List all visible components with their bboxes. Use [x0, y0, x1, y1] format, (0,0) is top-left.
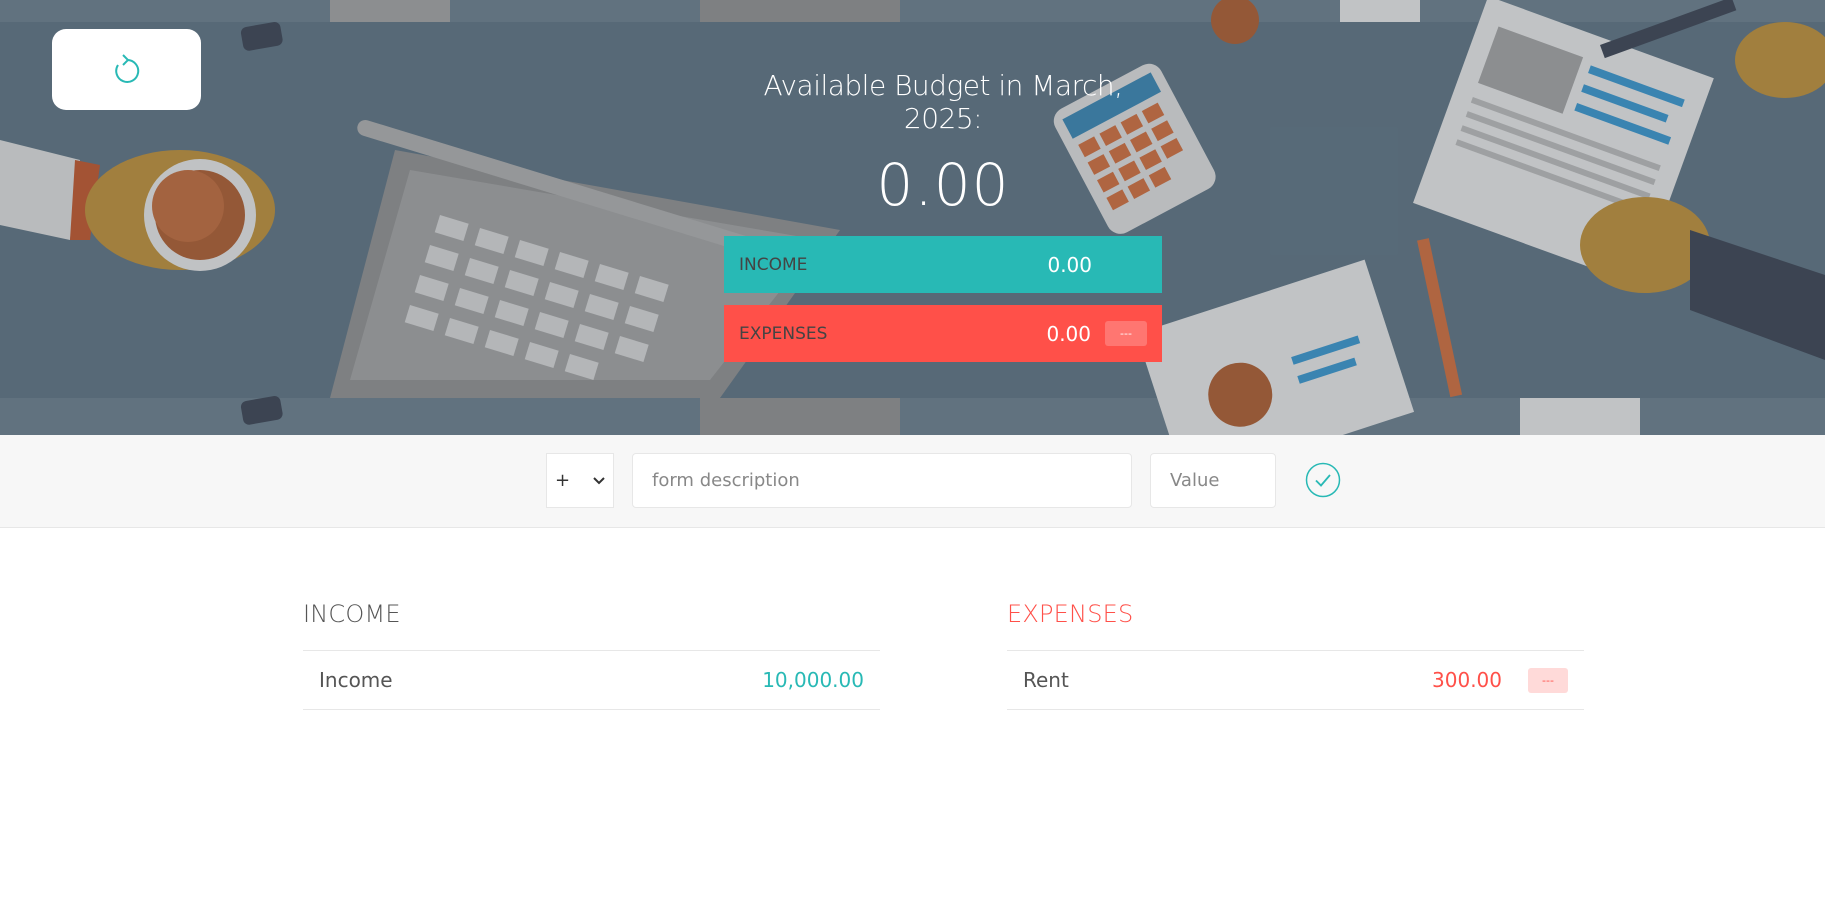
- expenses-summary-value: 0.00: [1046, 321, 1091, 346]
- income-list: INCOME Income 10,000.00: [303, 600, 880, 710]
- budget-summary: Available Budget in March, 2025: 0.00 IN…: [724, 0, 1162, 362]
- reload-icon: [114, 53, 139, 83]
- budget-header: Available Budget in March, 2025: 0.00 IN…: [0, 0, 1825, 435]
- income-summary-value: 0.00: [1047, 252, 1092, 277]
- check-circle-icon: [1305, 462, 1341, 498]
- income-summary-bar: INCOME 0.00: [724, 236, 1162, 293]
- income-summary-label: INCOME: [739, 254, 808, 275]
- type-select[interactable]: +: [546, 453, 614, 508]
- expense-item-percentage: ---: [1528, 667, 1568, 693]
- value-input[interactable]: [1150, 453, 1276, 508]
- expense-item-value: 300.00: [1432, 668, 1502, 692]
- chevron-down-icon: [593, 476, 605, 484]
- expenses-list-title: EXPENSES: [1007, 600, 1134, 628]
- income-item: Income 10,000.00: [303, 650, 880, 710]
- income-list-title: INCOME: [303, 600, 401, 628]
- expenses-summary-label: EXPENSES: [739, 323, 828, 344]
- expenses-percentage-badge: ---: [1105, 321, 1147, 346]
- description-input[interactable]: [632, 453, 1132, 508]
- expense-item: Rent 300.00 ---: [1007, 650, 1584, 710]
- expenses-list: EXPENSES Rent 300.00 ---: [1007, 600, 1584, 710]
- reload-button[interactable]: [52, 29, 201, 110]
- expense-item-description: Rent: [1023, 668, 1069, 692]
- expenses-summary-bar: EXPENSES 0.00 ---: [724, 305, 1162, 362]
- budget-value: 0.00: [876, 151, 1010, 219]
- budget-title: Available Budget in March, 2025:: [763, 69, 1123, 135]
- type-select-value: +: [555, 470, 571, 491]
- income-item-value: 10,000.00: [762, 668, 864, 692]
- add-item-form: +: [0, 435, 1825, 528]
- income-item-description: Income: [319, 668, 393, 692]
- add-item-button[interactable]: [1305, 462, 1341, 498]
